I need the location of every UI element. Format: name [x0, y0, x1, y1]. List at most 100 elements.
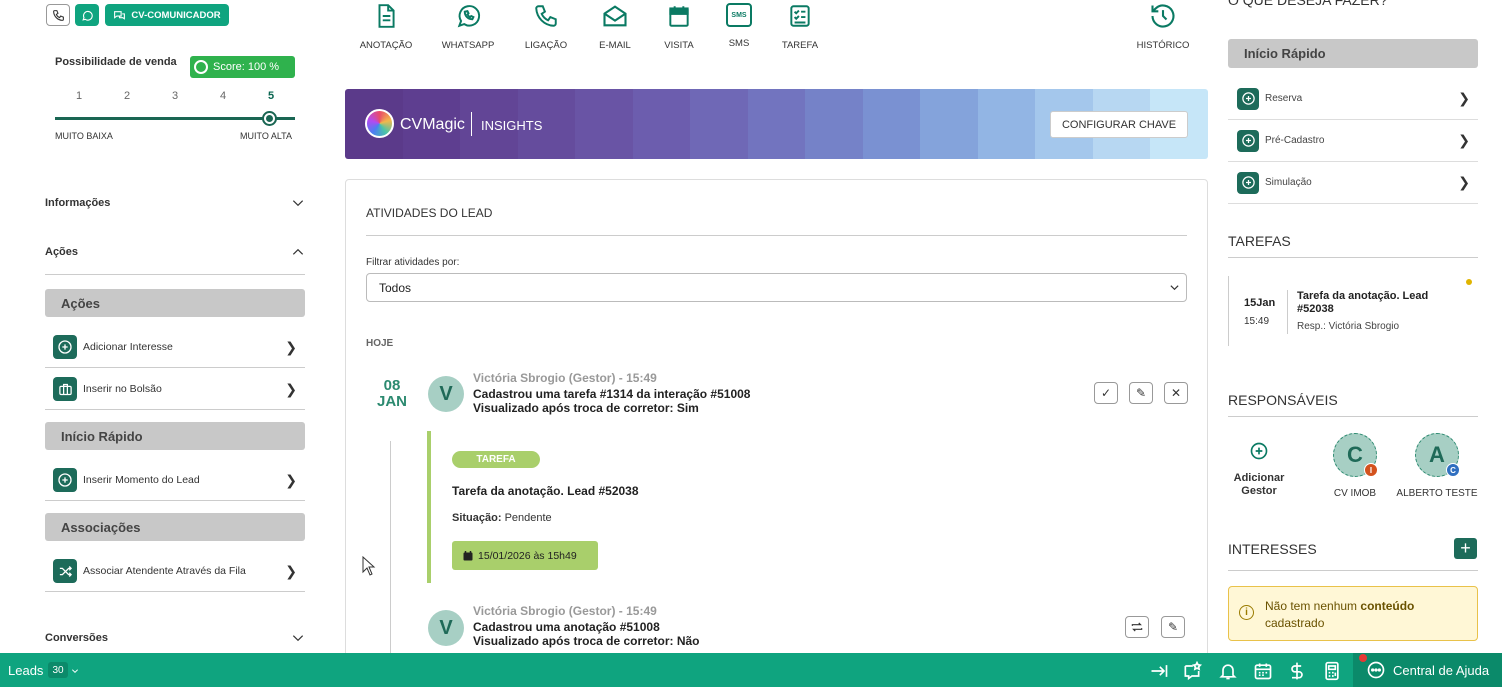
leads-label[interactable]: Leads [8, 663, 43, 678]
accordion-conversions[interactable]: Conversões [45, 631, 305, 645]
scale-5[interactable]: 5 [261, 90, 281, 102]
shuffle-icon [53, 559, 77, 583]
communicator-label: CV-COMUNICADOR [131, 9, 221, 21]
quick-reserve[interactable]: Reserva ❯ [1228, 78, 1478, 120]
configure-key-button[interactable]: CONFIGURAR CHAVE [1050, 111, 1188, 138]
envelope-icon [603, 5, 627, 27]
chevron-right-icon: ❯ [1458, 90, 1470, 106]
tool-annotation-label: ANOTAÇÃO [359, 40, 413, 51]
group-quick-start-header: Início Rápido [45, 422, 305, 450]
scale-low-label: MUITO BAIXA [55, 131, 113, 141]
accordion-actions[interactable]: Ações [45, 245, 305, 259]
swap-button[interactable] [1125, 616, 1149, 638]
edit-button[interactable]: ✎ [1161, 616, 1185, 638]
phone-button[interactable] [46, 4, 70, 26]
calendar-icon[interactable] [1253, 661, 1273, 681]
quick-reserve-label: Reserva [1265, 93, 1303, 104]
banner-brand: CVMagic [400, 116, 465, 133]
plus-circle-icon [1237, 129, 1259, 152]
edit-button[interactable]: ✎ [1129, 382, 1153, 404]
bottom-bar: Leads 30 Central de Ajuda [0, 653, 1502, 687]
score-badge: Score: 100 % [190, 56, 295, 78]
task-title: Tarefa da anotação. Lead #52038 [452, 484, 639, 498]
scale-3[interactable]: 3 [165, 90, 185, 102]
tool-visit-label: VISITA [664, 40, 694, 51]
divider [366, 235, 1187, 236]
action-insert-moment[interactable]: Inserir Momento do Lead ❯ [45, 460, 305, 501]
phone-icon [52, 9, 64, 21]
tool-task[interactable]: TAREFA [765, 0, 835, 51]
delete-button[interactable]: ✕ [1164, 382, 1188, 404]
right-header-partial: O QUE DESEJA FAZER? [1228, 0, 1388, 8]
chevron-down-icon [292, 635, 304, 642]
history-icon [1151, 4, 1175, 28]
communicator-button[interactable]: CV-COMUNICADOR [105, 4, 229, 26]
action-associate-attendant[interactable]: Associar Atendente Através da Fila ❯ [45, 551, 305, 592]
divider [1228, 257, 1478, 258]
tool-annotation[interactable]: ANOTAÇÃO [351, 0, 421, 51]
responsible-badge: I [1364, 463, 1378, 477]
chevron-right-icon: ❯ [285, 338, 297, 355]
add-interest-button[interactable]: + [1454, 538, 1477, 559]
filter-select[interactable]: Todos [366, 273, 1187, 302]
dollar-icon[interactable] [1287, 661, 1307, 681]
task-divider [1287, 290, 1288, 334]
help-center-button[interactable]: Central de Ajuda [1353, 653, 1502, 687]
activity-date-month: JAN [376, 393, 407, 410]
scale-1[interactable]: 1 [69, 90, 89, 102]
scale-4[interactable]: 4 [213, 90, 233, 102]
task-badge: TAREFA [452, 451, 540, 468]
repeat-icon [1131, 622, 1143, 632]
plus-circle-icon [1237, 87, 1259, 110]
quick-simulation[interactable]: Simulação ❯ [1228, 162, 1478, 204]
notice-prefix: Não tem nenhum [1265, 599, 1361, 613]
pencil-icon: ✎ [1135, 386, 1147, 400]
tool-sms[interactable]: SMS SMS [704, 0, 774, 49]
bell-icon[interactable] [1218, 661, 1238, 681]
tasks-title: TAREFAS [1228, 233, 1291, 249]
tool-call[interactable]: LIGAÇÃO [511, 0, 581, 51]
star-chat-icon[interactable] [1182, 661, 1202, 681]
task-card-title: Tarefa da anotação. Lead #52038 [1297, 290, 1429, 315]
whatsapp-button[interactable] [75, 4, 99, 26]
calculator-icon[interactable] [1322, 661, 1342, 681]
scale-high-label: MUITO ALTA [240, 131, 293, 141]
group-associations-header: Associações [45, 513, 305, 541]
tool-history[interactable]: HISTÓRICO [1128, 0, 1198, 51]
banner-product: INSIGHTS [481, 118, 543, 133]
action-add-interest-label: Adicionar Interesse [83, 341, 173, 353]
arrow-to-right-icon[interactable] [1149, 661, 1169, 681]
action-insert-pool[interactable]: Inserir no Bolsão ❯ [45, 369, 305, 410]
accordion-info-label: Informações [45, 197, 111, 209]
chevron-down-icon[interactable] [71, 667, 79, 675]
checklist-icon [790, 5, 810, 27]
add-manager-label-2: Gestor [1241, 485, 1277, 497]
accordion-conversions-label: Conversões [45, 632, 108, 644]
leads-count: 30 [48, 662, 68, 678]
responsible-name: ALBERTO TESTE [1396, 488, 1478, 499]
whatsapp-icon [457, 5, 481, 28]
plus-circle-icon [1250, 442, 1268, 460]
support-chat-icon [1367, 661, 1385, 679]
accordion-info[interactable]: Informações [45, 196, 305, 210]
activities-title: ATIVIDADES DO LEAD [366, 206, 493, 220]
complete-button[interactable]: ✓ [1094, 382, 1118, 404]
today-label: HOJE [366, 338, 394, 349]
scale-handle[interactable] [262, 111, 277, 126]
quick-simulation-label: Simulação [1265, 177, 1312, 188]
divider [1228, 570, 1478, 571]
phone-icon [535, 5, 557, 27]
close-icon: ✕ [1170, 386, 1182, 400]
task-due-value: 15/01/2026 às 15h49 [478, 549, 577, 562]
tool-sms-label: SMS [728, 38, 750, 49]
tool-email[interactable]: E-MAIL [580, 0, 650, 51]
action-add-interest[interactable]: Adicionar Interesse ❯ [45, 327, 305, 368]
scale-2[interactable]: 2 [117, 90, 137, 102]
quick-start-header: Início Rápido [1228, 39, 1478, 68]
notice-bold: conteúdo [1360, 599, 1415, 613]
tool-whatsapp[interactable]: WHATSAPP [433, 0, 503, 51]
quick-pre-register[interactable]: Pré-Cadastro ❯ [1228, 120, 1478, 162]
plus-circle-icon [53, 335, 77, 359]
chevron-right-icon: ❯ [1458, 132, 1470, 148]
add-manager-button[interactable] [1235, 441, 1283, 468]
